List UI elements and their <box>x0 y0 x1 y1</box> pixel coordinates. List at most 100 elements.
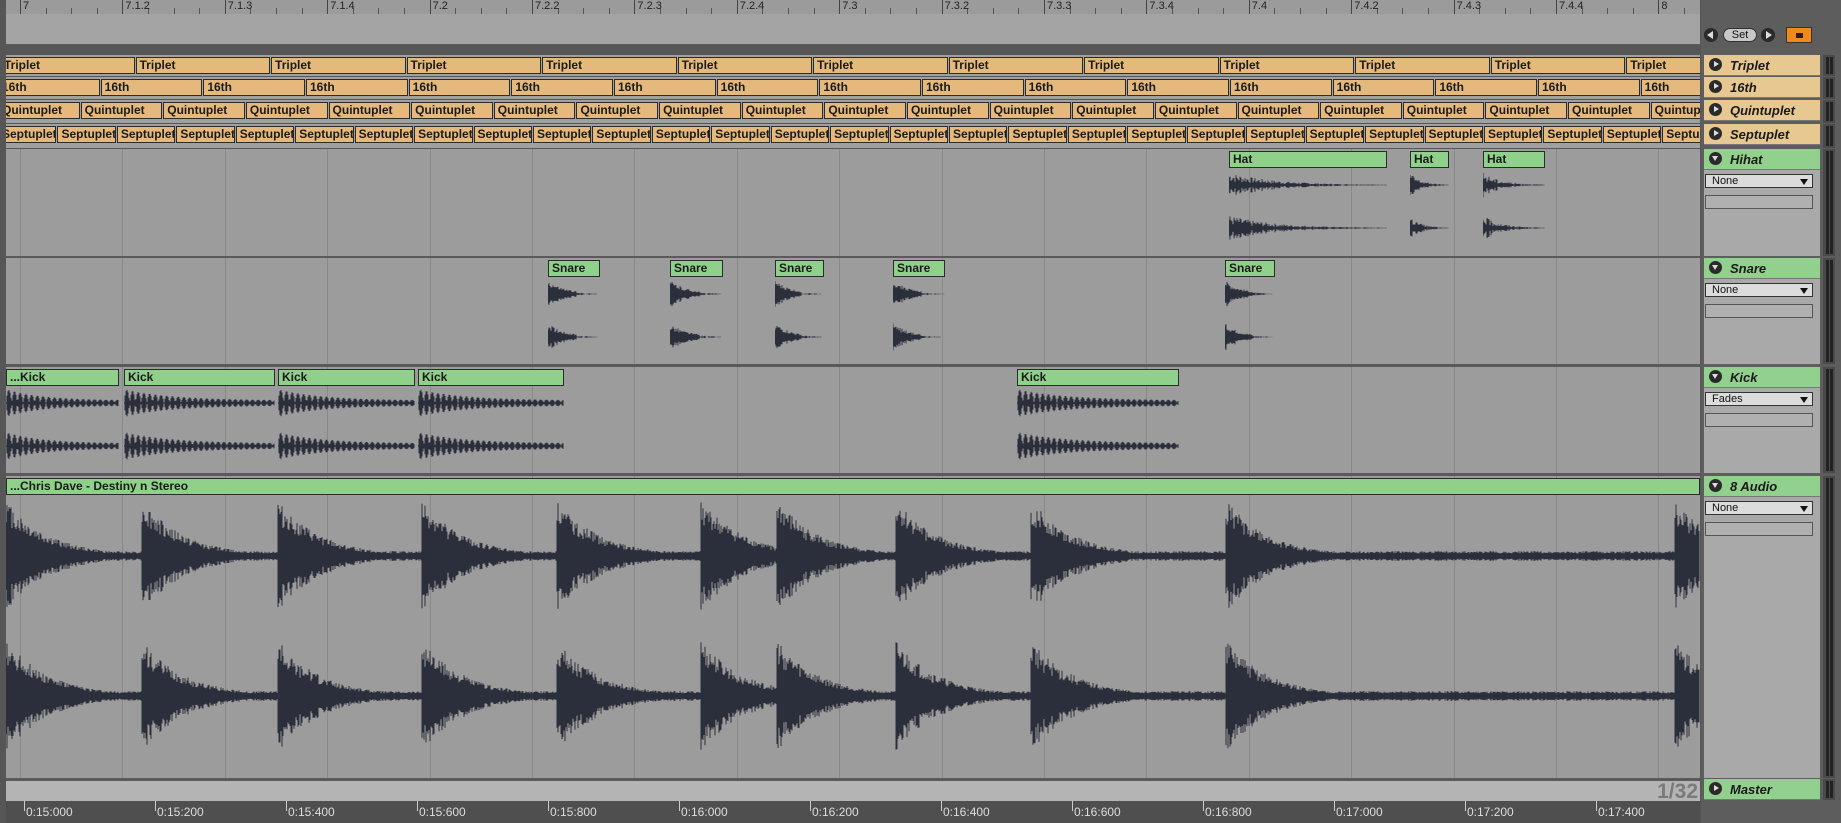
quintuplet-clip[interactable]: Quintuplet <box>659 102 741 119</box>
triplet-clip[interactable]: Triplet <box>1355 57 1490 74</box>
quintuplet-clip[interactable]: Quintuplet <box>1154 102 1237 119</box>
triplet-clip[interactable]: Triplet <box>1084 57 1219 74</box>
triplet-clip[interactable]: Triplet <box>271 57 406 74</box>
quintuplet-clip[interactable]: Quintuplet <box>576 102 659 119</box>
overview-bar[interactable]: 1/32 <box>6 779 1700 803</box>
16th-clip[interactable]: 16th <box>1435 79 1537 96</box>
triplet-clip[interactable]: Triplet <box>1490 57 1626 74</box>
device-field[interactable] <box>1705 304 1813 318</box>
triplet-clip[interactable]: Triplet <box>6 57 135 74</box>
beat-ruler[interactable]: 7 7.1.2 7.1.3 7.1.4 7.2 7.2.2 7.2.3 7.2.4 7.3 7.3… <box>6 0 1737 14</box>
quintuplet-clip[interactable]: Quintuplet <box>824 102 906 119</box>
fold-toggle-icon[interactable] <box>1709 152 1722 165</box>
hihat-clip[interactable]: Hat <box>1483 151 1545 168</box>
lane-hihat[interactable]: Hat Hat Hat <box>6 149 1700 256</box>
quintuplet-clip[interactable]: Quintuplet <box>1568 102 1650 119</box>
lane-8-audio[interactable]: ...Chris Dave - Destiny n Stereo <box>6 476 1700 778</box>
triplet-clip[interactable]: Triplet <box>406 57 542 74</box>
quintuplet-clip[interactable]: Quintuplet <box>163 102 245 119</box>
quintuplet-clip[interactable]: Quintuplet <box>1485 102 1568 119</box>
triplet-clip[interactable]: Triplet <box>542 57 677 74</box>
fold-toggle-icon[interactable] <box>1709 261 1722 274</box>
hihat-clip[interactable]: Hat <box>1229 151 1387 168</box>
lane-16th[interactable]: 16th16th16th16th16th16th16th16th16th16th… <box>6 77 1700 99</box>
16th-clip[interactable]: 16th <box>819 79 921 96</box>
septuplet-clip[interactable]: Septuplet <box>414 126 473 143</box>
lane-kick[interactable]: ...Kick Kick Kick Kick Kick <box>6 367 1700 473</box>
16th-clip[interactable]: 16th <box>614 79 716 96</box>
16th-clip[interactable]: 16th <box>1230 79 1332 96</box>
fold-toggle-icon[interactable] <box>1709 370 1722 383</box>
triplet-clip[interactable]: Triplet <box>1219 57 1355 74</box>
kick-clip[interactable]: Kick <box>278 369 415 386</box>
quintuplet-clip[interactable]: Quintuplet <box>1237 102 1320 119</box>
16th-clip[interactable]: 16th <box>100 79 203 96</box>
quintuplet-clip[interactable]: Quintuplet <box>80 102 163 119</box>
track-header-kick[interactable]: Kick <box>1704 367 1820 388</box>
16th-clip[interactable]: 16th <box>306 79 408 96</box>
track-header-master[interactable]: Master <box>1704 779 1820 800</box>
kick-clip[interactable]: Kick <box>1017 369 1179 386</box>
triplet-clip[interactable]: Triplet <box>1626 57 1700 74</box>
septuplet-clip[interactable]: Septuplet <box>1365 126 1424 143</box>
device-chooser[interactable]: None <box>1705 283 1813 297</box>
septuplet-clip[interactable]: Septuplet <box>1008 126 1067 143</box>
quintuplet-clip[interactable]: Quintuplet <box>493 102 576 119</box>
device-chooser[interactable]: None <box>1705 174 1813 188</box>
16th-clip[interactable]: 16th <box>1640 79 1700 96</box>
quintuplet-clip[interactable]: Quintuplet <box>328 102 411 119</box>
device-chooser[interactable]: None <box>1705 501 1813 515</box>
16th-clip[interactable]: 16th <box>1024 79 1127 96</box>
track-header-triplet[interactable]: Triplet <box>1704 55 1820 76</box>
16th-clip[interactable]: 16th <box>716 79 819 96</box>
device-field[interactable] <box>1705 413 1813 427</box>
time-ruler[interactable]: 0:15:000 0:15:200 0:15:400 0:15:600 0:15:800… <box>6 801 1700 823</box>
16th-clip[interactable]: 16th <box>203 79 305 96</box>
16th-clip[interactable]: 16th <box>1538 79 1640 96</box>
septuplet-clip[interactable]: Septuplet <box>235 126 295 143</box>
8-audio-clip[interactable]: ...Chris Dave - Destiny n Stereo <box>6 478 1700 495</box>
septuplet-clip[interactable]: Septuplet <box>1127 126 1186 143</box>
lane-triplet[interactable]: Triplet Triplet Triplet Triplet Triplet Tripl… <box>6 55 1700 76</box>
septuplet-clip[interactable]: Septuplet <box>1246 126 1305 143</box>
snare-clip[interactable]: Snare <box>1225 260 1275 277</box>
septuplet-clip[interactable]: Septuplet <box>651 126 711 143</box>
quintuplet-clip[interactable]: Quintuplet <box>411 102 493 119</box>
quintuplet-clip[interactable]: Quintuplet <box>1650 102 1700 119</box>
device-chooser[interactable]: Fades <box>1705 392 1813 406</box>
septuplet-clip[interactable]: Septuplet <box>1543 126 1602 143</box>
fold-toggle-icon[interactable] <box>1709 479 1722 492</box>
lock-button[interactable] <box>1786 27 1812 43</box>
device-field[interactable] <box>1705 195 1813 209</box>
track-header-hihat[interactable]: Hihat <box>1704 149 1820 170</box>
fold-toggle-icon[interactable] <box>1709 58 1722 71</box>
16th-clip[interactable]: 16th <box>1332 79 1435 96</box>
16th-clip[interactable]: 16th <box>408 79 511 96</box>
septuplet-clip[interactable]: Septuplet <box>1602 126 1662 143</box>
septuplet-clip[interactable]: Septuplet <box>1186 126 1246 143</box>
septuplet-clip[interactable]: Septuplet <box>176 126 235 143</box>
16th-clip[interactable]: 16th <box>511 79 613 96</box>
scrub-area[interactable] <box>6 14 1700 45</box>
kick-clip[interactable]: ...Kick <box>6 369 119 386</box>
16th-clip[interactable]: 16th <box>1127 79 1229 96</box>
septuplet-clip[interactable]: Septuplet <box>1662 126 1700 143</box>
quintuplet-clip[interactable]: Quintuplet <box>741 102 824 119</box>
prev-locator-button[interactable] <box>1704 28 1718 42</box>
fold-toggle-icon[interactable] <box>1709 782 1722 795</box>
lane-septuplet[interactable]: Septuplet Septuplet Septuplet Septuplet Sept… <box>6 124 1700 148</box>
septuplet-clip[interactable]: Septuplet <box>830 126 889 143</box>
16th-clip[interactable]: 16th <box>922 79 1024 96</box>
track-header-8-audio[interactable]: 8 Audio <box>1704 476 1820 497</box>
set-locator-button[interactable]: Set <box>1723 28 1757 42</box>
kick-clip[interactable]: Kick <box>418 369 564 386</box>
septuplet-clip[interactable]: Septuplet <box>889 126 949 143</box>
septuplet-clip[interactable]: Septuplet <box>1424 126 1483 143</box>
septuplet-clip[interactable]: Septuplet <box>949 126 1008 143</box>
septuplet-clip[interactable]: Septuplet <box>711 126 770 143</box>
septuplet-clip[interactable]: Septuplet <box>6 126 57 143</box>
triplet-clip[interactable]: Triplet <box>813 57 948 74</box>
quintuplet-clip[interactable]: Quintuplet <box>245 102 328 119</box>
16th-clip[interactable]: 16th <box>6 79 100 96</box>
septuplet-clip[interactable]: Septuplet <box>1067 126 1127 143</box>
